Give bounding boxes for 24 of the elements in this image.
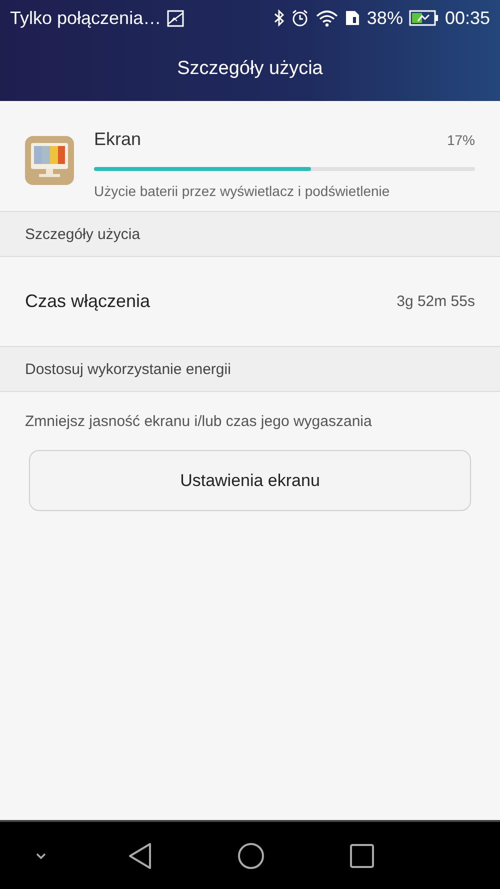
- chevron-down-icon[interactable]: [35, 852, 47, 860]
- app-name: Ekran: [94, 129, 142, 150]
- home-icon[interactable]: [237, 842, 265, 870]
- image-icon: [167, 10, 184, 26]
- monitor-icon: [25, 136, 74, 185]
- carrier-text: Tylko połączenia…: [10, 8, 162, 28]
- recents-icon[interactable]: [350, 844, 374, 868]
- back-icon[interactable]: [128, 842, 152, 870]
- row-label: Czas włączenia: [25, 291, 150, 312]
- clock-time: 00:35: [444, 8, 490, 28]
- alarm-icon: [290, 9, 309, 27]
- hint-text: Zmniejsz jasność ekranu i/lub czas jego wygaszania: [24, 412, 373, 432]
- app-description: Użycie baterii przez wyświetlacz i podświetlenie: [94, 183, 391, 199]
- battery-percent: 38%: [366, 8, 403, 28]
- section-header: Dostosuj wykorzystanie energii: [0, 347, 500, 392]
- bluetooth-icon: [272, 9, 285, 27]
- screen-settings-button[interactable]: Ustawienia ekranu: [29, 450, 471, 511]
- usage-percent: 17%: [446, 132, 475, 148]
- sim-card-icon: [344, 9, 361, 27]
- wifi-icon: [314, 9, 339, 27]
- section-header: Szczegóły użycia: [0, 212, 500, 257]
- battery-charging-icon: [408, 10, 439, 26]
- screen-title: Szczegóły użycia: [177, 58, 323, 80]
- row-value: 3g 52m 55s: [396, 293, 475, 310]
